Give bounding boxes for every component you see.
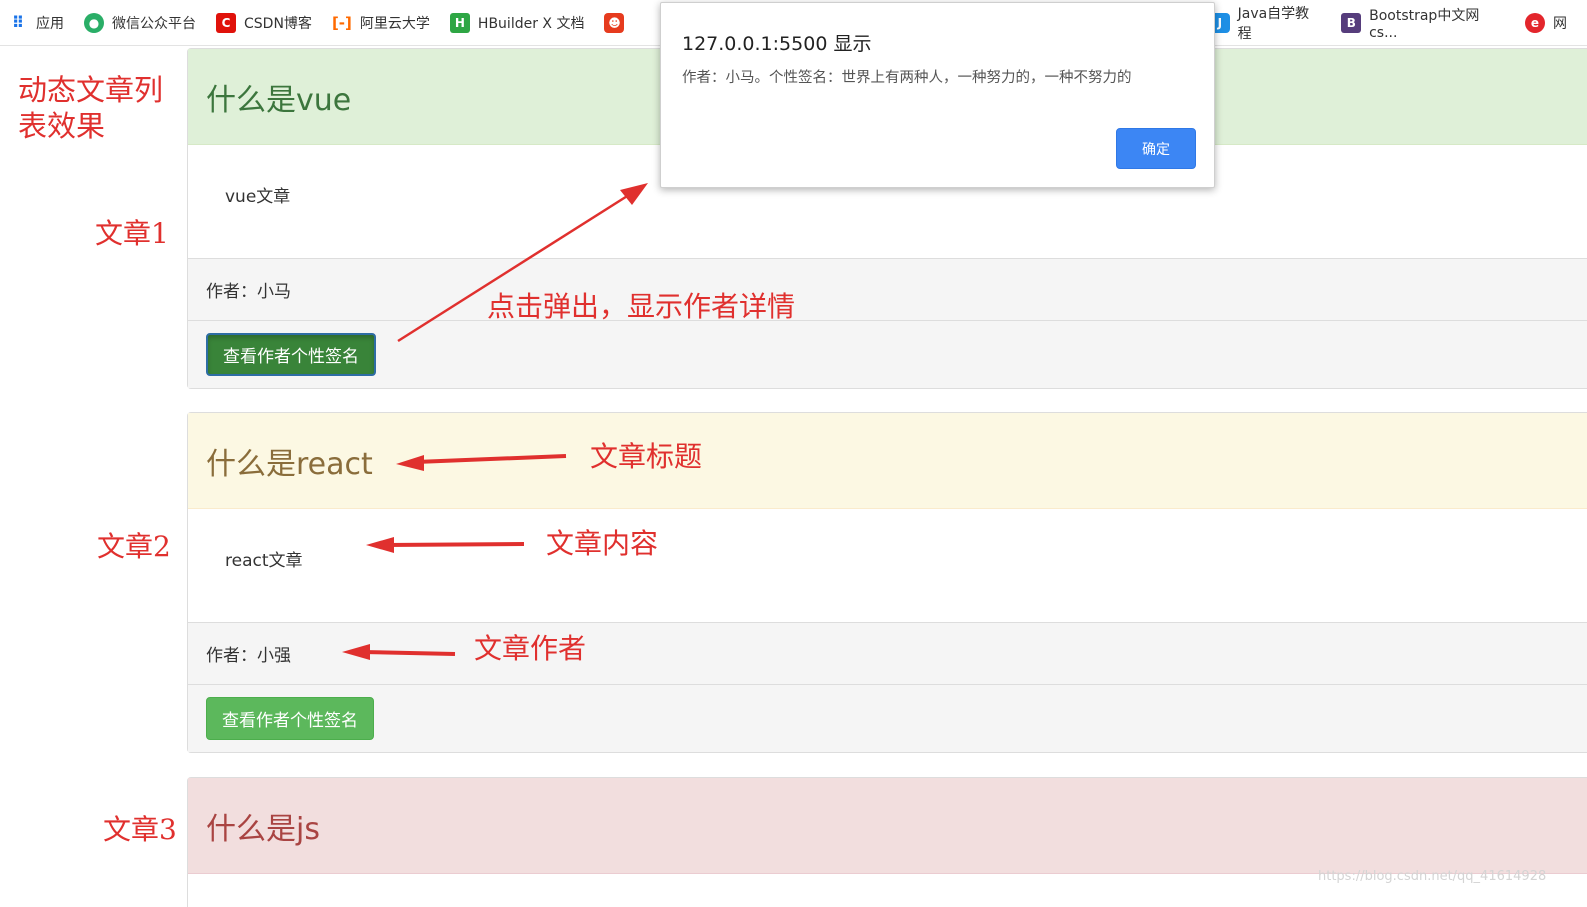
- bookmark-label: 阿里云大学: [359, 15, 430, 32]
- wechat-icon: ●: [84, 12, 104, 33]
- article-title: 什么是js: [188, 778, 1587, 874]
- apps-grid-icon: ⠿: [11, 13, 25, 32]
- bookmark-label: 网: [1553, 16, 1567, 32]
- annotation-popup-note: 点击弹出，显示作者详情: [487, 290, 796, 323]
- csdn-icon: C: [216, 12, 236, 33]
- bookmark-label: Java自学教程: [1237, 6, 1310, 42]
- bookmark-label: Bootstrap中文网cs...: [1369, 8, 1480, 41]
- bookmark-163[interactable]: e 网: [1525, 13, 1567, 33]
- article-author: 作者：小马: [188, 258, 1587, 320]
- article-title: 什么是react: [188, 413, 1587, 509]
- bookmark-wechat[interactable]: ● 微信公众平台: [84, 12, 196, 33]
- annotation-author-note: 文章作者: [474, 632, 587, 665]
- annotation-page-title: 动态文章列表效果: [18, 73, 164, 143]
- bookmark-apps[interactable]: ⠿ 应用: [8, 13, 64, 33]
- view-signature-button[interactable]: 查看作者个性签名: [206, 333, 376, 376]
- watermark: https://blog.csdn.net/qq_41614928: [1318, 869, 1547, 884]
- article-panel-3: 什么是js: [187, 777, 1587, 907]
- bookmark-hbuilder[interactable]: H HBuilder X 文档: [449, 12, 585, 33]
- article-actions: 查看作者个性签名: [188, 320, 1587, 388]
- bookmark-label: HBuilder X 文档: [477, 15, 585, 32]
- ok-button[interactable]: 确定: [1116, 128, 1196, 169]
- dialog-message: 作者：小马。个性签名：世界上有两种人，一种努力的，一种不努力的: [682, 70, 1132, 86]
- bookmark-label: 微信公众平台: [112, 15, 196, 32]
- article-actions: 查看作者个性签名: [188, 684, 1587, 752]
- bookmarks-right: J Java自学教程 B Bootstrap中文网cs... e 网: [1210, 0, 1587, 46]
- bookmark-panda[interactable]: ☻: [604, 12, 632, 33]
- bookmark-aliyun[interactable]: [-] 阿里云大学: [332, 13, 430, 33]
- article-author: 作者：小强: [188, 622, 1587, 684]
- annotation-article2: 文章2: [97, 530, 171, 563]
- aliyun-icon: [-]: [331, 13, 352, 32]
- article-content: react文章: [225, 551, 303, 571]
- alert-dialog: 127.0.0.1:5500 显示 作者：小马。个性签名：世界上有两种人，一种努…: [660, 2, 1215, 188]
- annotation-article1: 文章1: [95, 217, 169, 250]
- view-signature-button[interactable]: 查看作者个性签名: [206, 697, 374, 740]
- dialog-title: 127.0.0.1:5500 显示: [682, 33, 872, 55]
- annotation-content-note: 文章内容: [546, 527, 659, 560]
- netease-icon: e: [1525, 13, 1545, 33]
- panda-icon: ☻: [604, 12, 625, 33]
- annotation-heading-note: 文章标题: [590, 440, 703, 473]
- bookmark-bootstrap[interactable]: B Bootstrap中文网cs...: [1341, 5, 1505, 41]
- bookmark-label: CSDN博客: [244, 15, 312, 32]
- hbuilder-icon: H: [449, 12, 470, 33]
- article-panel-2: 什么是react react文章 作者：小强 查看作者个性签名: [187, 412, 1587, 753]
- bookmark-label: 应用: [36, 15, 64, 32]
- annotation-article3: 文章3: [103, 813, 177, 846]
- bookmark-csdn[interactable]: C CSDN博客: [216, 12, 312, 33]
- bookmark-java[interactable]: J Java自学教程: [1210, 3, 1321, 43]
- bootstrap-icon: B: [1341, 13, 1362, 33]
